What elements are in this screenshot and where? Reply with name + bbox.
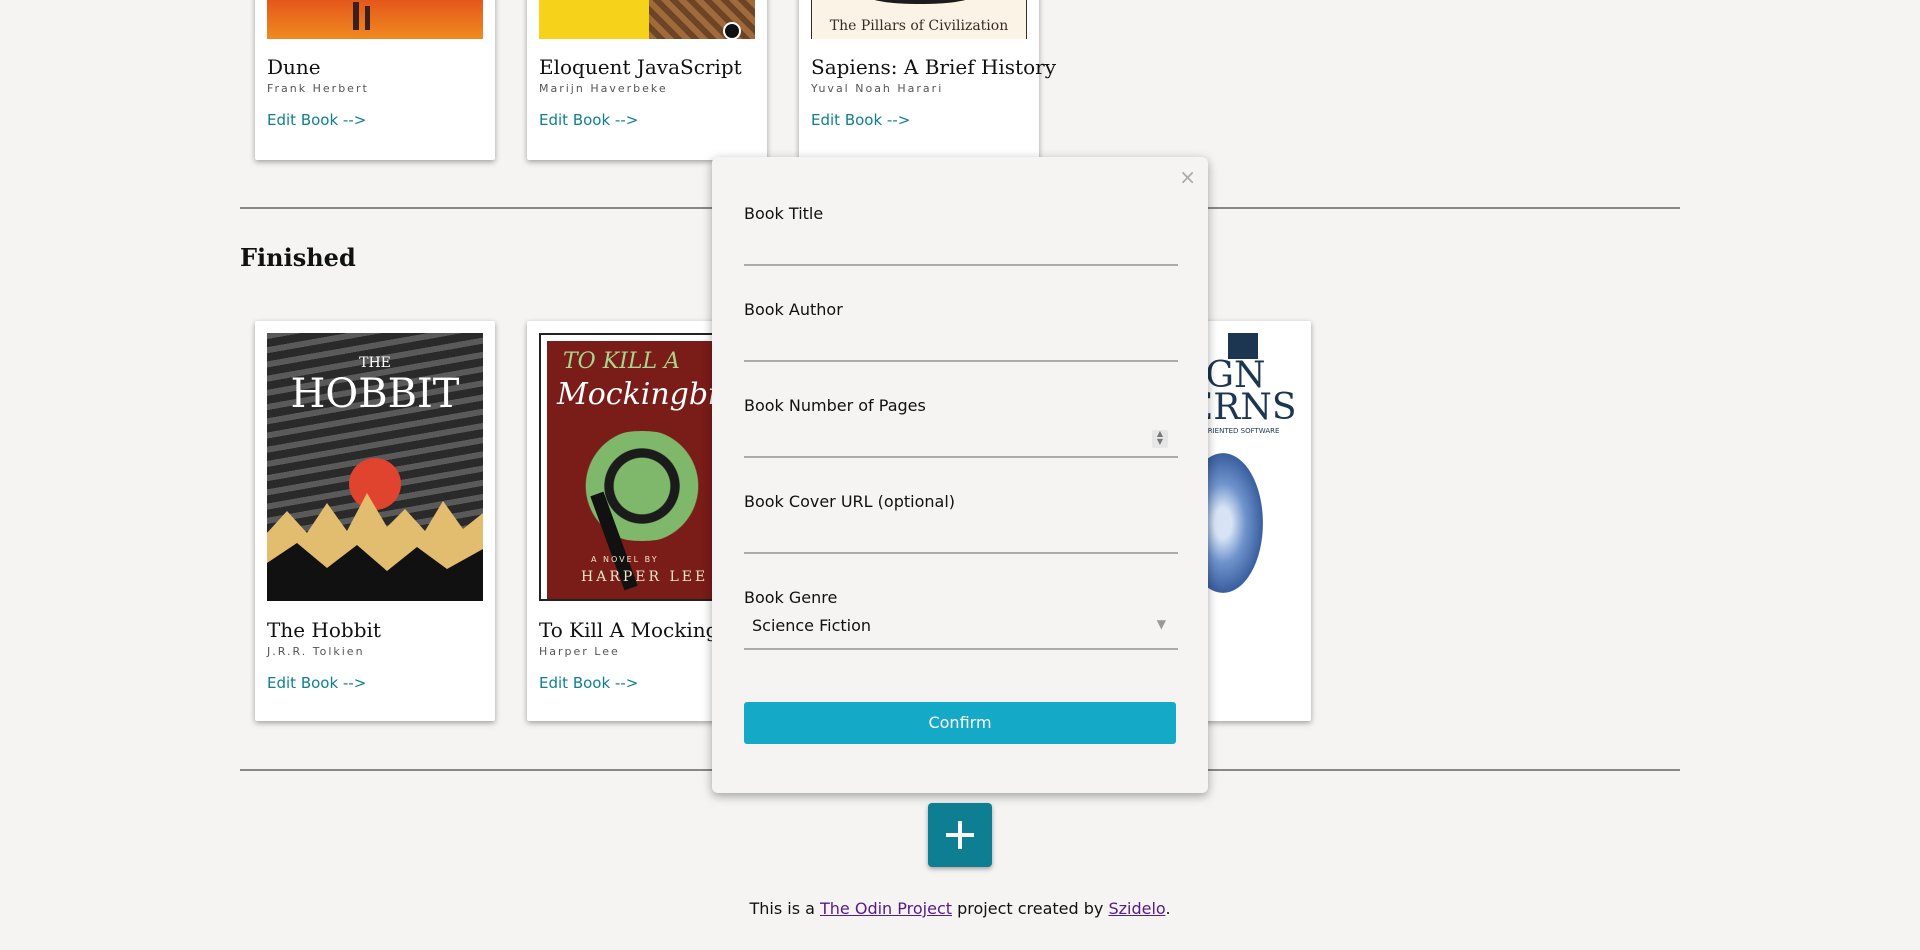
footer: This is a The Odin Project project creat…: [0, 899, 1920, 918]
confirm-button[interactable]: Confirm: [744, 702, 1176, 744]
footer-text: This is a: [749, 899, 821, 918]
book-genre-label: Book Genre: [744, 588, 838, 607]
book-title: Sapiens: A Brief History: [811, 55, 1056, 79]
genre-selected-value: Science Fiction: [752, 616, 872, 635]
book-cover-url-input[interactable]: [744, 516, 1178, 550]
book-pages-label: Book Number of Pages: [744, 396, 926, 415]
cover-text: TO KILL A: [563, 349, 680, 374]
book-card: Dune Frank Herbert Edit Book -->: [255, 0, 495, 160]
book-author-field: Book Author: [744, 300, 1178, 364]
book-author: Marijn Haverbeke: [539, 82, 668, 95]
number-stepper[interactable]: ▲ ▼: [1152, 430, 1168, 448]
input-underline: [744, 264, 1178, 266]
author-link[interactable]: Szidelo: [1108, 899, 1165, 918]
book-author: Yuval Noah Harari: [811, 82, 944, 95]
footer-text: .: [1165, 899, 1171, 918]
book-cover-image: The Pillars of Civilization: [811, 0, 1027, 39]
input-underline: [744, 360, 1178, 362]
book-title-input[interactable]: [744, 228, 1178, 262]
book-pages-input[interactable]: [744, 420, 1178, 454]
cover-text: The Pillars of Civilization: [829, 18, 1009, 34]
cover-text: HOBBIT: [290, 371, 460, 417]
section-heading-finished: Finished: [240, 243, 356, 272]
edit-book-link[interactable]: Edit Book -->: [267, 111, 366, 129]
close-icon[interactable]: ×: [1179, 165, 1196, 189]
edit-book-link[interactable]: Edit Book -->: [811, 111, 910, 129]
book-card: The Pillars of Civilization Sapiens: A B…: [799, 0, 1056, 160]
input-underline: [744, 456, 1178, 458]
input-underline: [744, 552, 1178, 554]
book-cover-image: [267, 0, 483, 39]
book-author-label: Book Author: [744, 300, 843, 319]
book-title: Eloquent JavaScript: [539, 55, 742, 79]
cover-text: HARPER LEE: [581, 569, 709, 585]
book-pages-field: Book Number of Pages ▲ ▼: [744, 396, 1178, 460]
book-cover-image: [539, 0, 755, 39]
book-card: Eloquent JavaScript Marijn Haverbeke Edi…: [527, 0, 767, 160]
add-book-button[interactable]: [928, 803, 992, 867]
cover-text: THE: [359, 355, 391, 371]
book-title: Dune: [267, 55, 321, 79]
book-author: Frank Herbert: [267, 82, 369, 95]
footer-text: project created by: [952, 899, 1109, 918]
cover-text: A NOVEL BY: [591, 555, 659, 564]
input-underline: [744, 648, 1178, 650]
chevron-down-icon: ▼: [1156, 617, 1166, 631]
edit-book-link[interactable]: Edit Book -->: [539, 674, 638, 692]
book-author: Harper Lee: [539, 645, 620, 658]
edit-book-link[interactable]: Edit Book -->: [267, 674, 366, 692]
book-genre-select[interactable]: Science Fiction ▼: [744, 608, 1178, 642]
odin-project-link[interactable]: The Odin Project: [820, 899, 952, 918]
book-author: J.R.R. Tolkien: [267, 645, 365, 658]
edit-book-link[interactable]: Edit Book -->: [539, 111, 638, 129]
plus-icon: [958, 821, 962, 849]
book-cover-field: Book Cover URL (optional): [744, 492, 1178, 556]
book-cover-label: Book Cover URL (optional): [744, 492, 955, 511]
book-genre-field: Book Genre Science Fiction ▼: [744, 588, 1178, 652]
book-title-label: Book Title: [744, 204, 824, 223]
add-book-modal: × Book Title Book Author Book Number of …: [712, 157, 1208, 793]
book-card: THE HOBBIT The Hobbit J.R.R. Tolkien Edi…: [255, 321, 495, 721]
book-title: The Hobbit: [267, 618, 381, 642]
book-author-input[interactable]: [744, 324, 1178, 358]
book-cover-image: THE HOBBIT: [267, 333, 483, 601]
book-title-field: Book Title: [744, 204, 1178, 268]
